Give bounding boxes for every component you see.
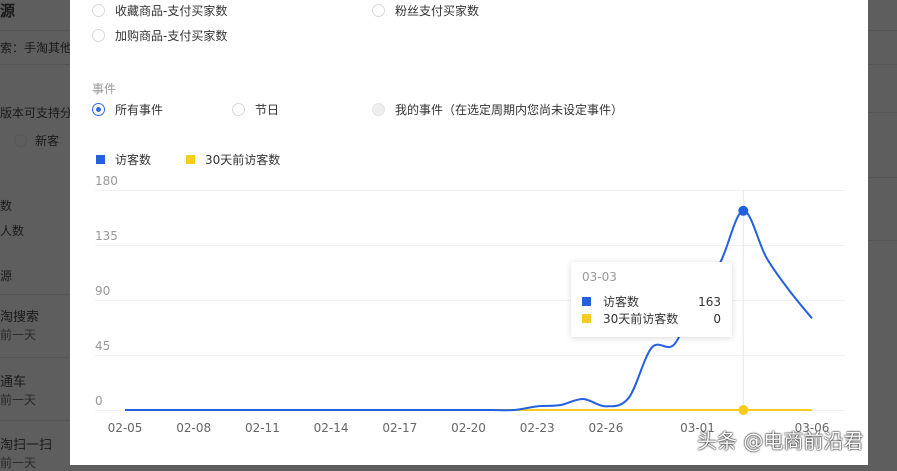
chart-tooltip: 03-03 访客数 163 30天前访客数 0	[571, 262, 732, 337]
y-tick-label: 0	[95, 394, 103, 408]
x-tick-label: 02-05	[108, 421, 143, 435]
x-tick-label: 02-23	[520, 421, 555, 435]
x-tick-label: 02-26	[588, 421, 623, 435]
active-point-0	[738, 205, 749, 216]
y-tick-label: 180	[95, 174, 118, 188]
visitors-line-chart: 180 135 90 45 0 02-05 02-08 02-11 02-14 02-17 02-2…	[95, 174, 845, 435]
tooltip-date: 03-03	[582, 270, 617, 284]
x-tick-label: 02-08	[176, 421, 211, 435]
x-tick-label: 02-17	[382, 421, 417, 435]
active-point-1	[738, 405, 749, 415]
tooltip-row-visitors-30d: 30天前访客数 0	[582, 311, 721, 326]
y-tick-label: 45	[95, 339, 110, 353]
x-tick-label: 02-14	[314, 421, 349, 435]
watermark: 头条 @电商前沿君	[697, 429, 864, 453]
y-tick-label: 135	[95, 229, 118, 243]
y-tick-label: 90	[95, 284, 110, 298]
x-tick-label: 02-20	[451, 421, 486, 435]
tooltip-row-visitors: 访客数 163	[582, 294, 721, 309]
x-tick-label: 02-11	[245, 421, 280, 435]
